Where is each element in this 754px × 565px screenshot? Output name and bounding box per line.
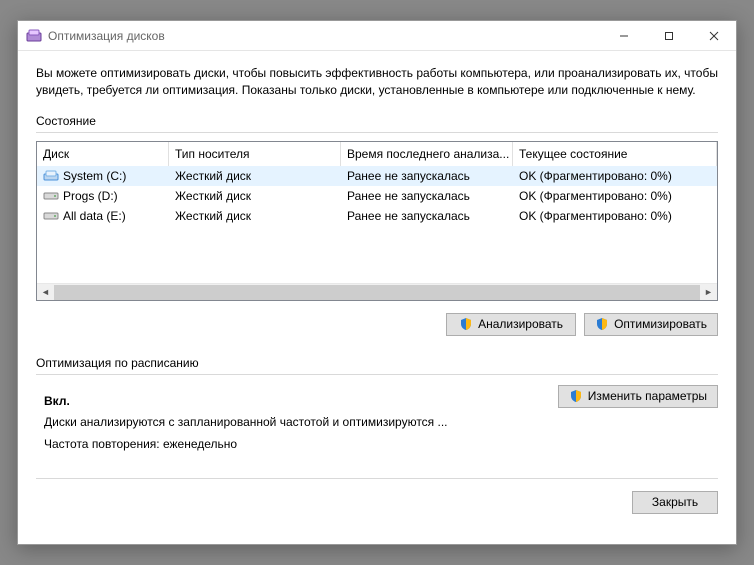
schedule-line-1: Диски анализируются с запланированной ча… — [44, 412, 710, 434]
footer: Закрыть — [36, 478, 718, 514]
shield-icon — [569, 389, 583, 403]
close-button[interactable]: Закрыть — [632, 491, 718, 514]
scroll-left-icon[interactable]: ◄ — [37, 283, 54, 300]
status-group-label: Состояние — [36, 114, 718, 128]
cell-disk: Progs (D:) — [37, 189, 169, 203]
schedule-group-label: Оптимизация по расписанию — [36, 356, 718, 370]
close-window-button[interactable] — [691, 21, 736, 50]
schedule-line-2: Частота повторения: еженедельно — [44, 434, 710, 456]
table-row[interactable]: System (C:)Жесткий дискРанее не запускал… — [37, 166, 717, 186]
cell-media: Жесткий диск — [169, 209, 341, 223]
table-header: Диск Тип носителя Время последнего анали… — [37, 142, 717, 166]
close-label: Закрыть — [652, 495, 698, 509]
table-body: System (C:)Жесткий дискРанее не запускал… — [37, 166, 717, 283]
cell-media: Жесткий диск — [169, 189, 341, 203]
cell-disk: All data (E:) — [37, 209, 169, 223]
analyze-button[interactable]: Анализировать — [446, 313, 576, 336]
scroll-right-icon[interactable]: ► — [700, 283, 717, 300]
window-title: Оптимизация дисков — [48, 29, 601, 43]
shield-icon — [459, 317, 473, 331]
separator — [36, 132, 718, 133]
change-label: Изменить параметры — [588, 389, 707, 403]
action-buttons: Анализировать Оптимизировать — [36, 313, 718, 336]
optimize-button[interactable]: Оптимизировать — [584, 313, 718, 336]
minimize-button[interactable] — [601, 21, 646, 50]
col-media[interactable]: Тип носителя — [169, 142, 341, 166]
horizontal-scrollbar[interactable]: ◄ ► — [37, 283, 717, 300]
cell-disk: System (C:) — [37, 169, 169, 183]
col-disk[interactable]: Диск — [37, 142, 169, 166]
col-last[interactable]: Время последнего анализа... — [341, 142, 513, 166]
scroll-track[interactable] — [54, 284, 700, 300]
drive-icon — [43, 190, 59, 202]
cell-state: OK (Фрагментировано: 0%) — [513, 209, 717, 223]
table-row[interactable]: All data (E:)Жесткий дискРанее не запуск… — [37, 206, 717, 226]
optimize-label: Оптимизировать — [614, 317, 707, 331]
intro-text: Вы можете оптимизировать диски, чтобы по… — [36, 65, 718, 100]
separator — [36, 374, 718, 375]
maximize-button[interactable] — [646, 21, 691, 50]
cell-state: OK (Фрагментировано: 0%) — [513, 169, 717, 183]
col-state[interactable]: Текущее состояние — [513, 142, 717, 166]
titlebar: Оптимизация дисков — [18, 21, 736, 51]
drive-icon — [43, 210, 59, 222]
table-row[interactable]: Progs (D:)Жесткий дискРанее не запускала… — [37, 186, 717, 206]
cell-last: Ранее не запускалась — [341, 189, 513, 203]
scroll-thumb[interactable] — [54, 285, 700, 300]
window: Оптимизация дисков Вы можете оптимизиров… — [17, 20, 737, 545]
shield-icon — [595, 317, 609, 331]
cell-last: Ранее не запускалась — [341, 169, 513, 183]
cell-last: Ранее не запускалась — [341, 209, 513, 223]
content: Вы можете оптимизировать диски, чтобы по… — [18, 51, 736, 544]
app-icon — [26, 28, 42, 44]
change-settings-button[interactable]: Изменить параметры — [558, 385, 718, 408]
disk-table[interactable]: Диск Тип носителя Время последнего анали… — [36, 141, 718, 301]
window-controls — [601, 21, 736, 50]
cell-state: OK (Фрагментировано: 0%) — [513, 189, 717, 203]
analyze-label: Анализировать — [478, 317, 563, 331]
schedule-block: Изменить параметры Вкл. Диски анализирую… — [36, 383, 718, 456]
drive-icon — [43, 170, 59, 182]
cell-media: Жесткий диск — [169, 169, 341, 183]
